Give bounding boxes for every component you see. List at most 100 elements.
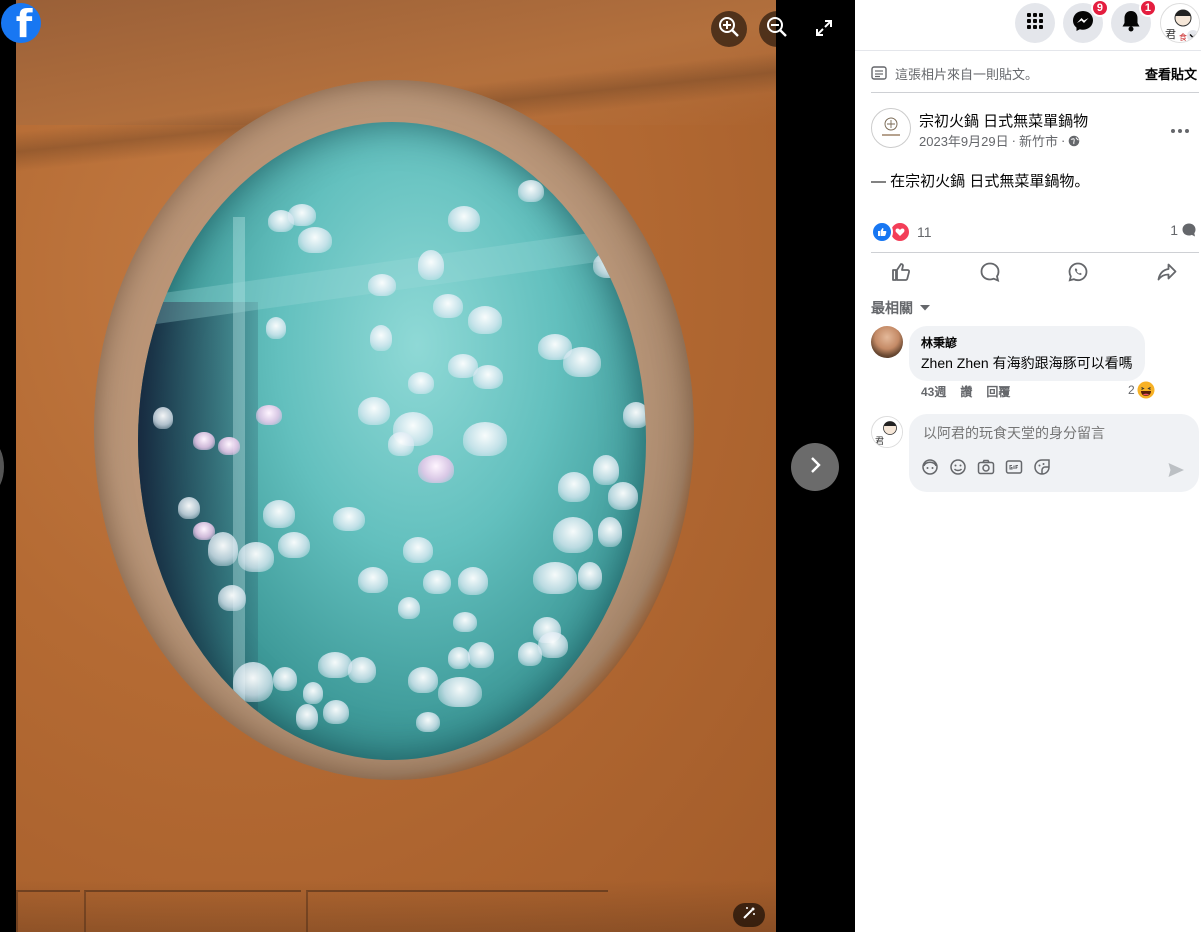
composer-tools [921,458,1051,481]
profile-avatar-button[interactable]: 君 食 [1160,3,1200,43]
jellyfish [468,306,502,334]
comment-reactions[interactable]: 2 [1128,381,1155,399]
comment-count-value: 1 [1170,222,1178,238]
jellyfish [418,455,454,483]
post-side-panel: 9 1 君 食 這張相片來自一則貼文。 查看貼文 宗初火鍋 日式無菜單鍋物 20… [855,0,1201,932]
comment-composer [909,414,1199,492]
send-comment-button[interactable] [1167,461,1185,484]
jellyfish [628,267,646,289]
chevron-down-icon [1187,30,1199,42]
meta-separator: · [1011,133,1016,148]
avatar-sticker-icon [921,458,939,481]
jellyfish [458,567,488,595]
post-meta: 2023年9月29日 · 新竹市 · [919,131,1080,150]
comment-bubble: 林秉諺 Zhen Zhen 有海豹跟海豚可以看嗎 [909,326,1145,381]
messenger-badge: 9 [1090,0,1109,17]
jellyfish [423,570,451,594]
previous-photo-button[interactable] [0,443,4,491]
magic-edit-button[interactable] [733,903,765,927]
jellyfish [193,432,215,450]
whatsapp-share-button[interactable] [1048,258,1108,290]
fullscreen-icon [816,19,832,41]
notifications-button[interactable]: 1 [1111,0,1157,43]
comment-text: Zhen Zhen 有海豹跟海豚可以看嗎 [921,355,1133,371]
like-reaction-icon [871,221,893,243]
fullscreen-button[interactable] [812,18,836,42]
avatar-sticker-button[interactable] [921,458,939,481]
jellyfish [323,700,349,724]
jellyfish [348,657,376,683]
jellyfish [598,517,622,547]
comment-time[interactable]: 43週 [921,383,946,400]
zoom-in-button[interactable] [711,11,747,47]
comment-like-link[interactable]: 讚 [960,383,972,400]
jellyfish [553,517,593,553]
messenger-button[interactable]: 9 [1063,0,1109,43]
send-icon [1167,463,1185,483]
jellyfish [473,365,503,389]
floor-panel [16,890,80,932]
smiley-icon [949,458,967,481]
comment-bubble-icon [1181,222,1197,238]
jellyfish [433,294,463,318]
comment-reply-link[interactable]: 回覆 [986,383,1010,400]
post-notice-icon [871,66,887,80]
jellyfish [178,497,200,519]
gif-button[interactable] [1005,459,1023,478]
facebook-logo[interactable]: f [1,3,41,43]
comment-meta: 43週 讚 回覆 [921,383,1010,400]
photo[interactable] [16,0,776,932]
post-body: — 在宗初火鍋 日式無菜單鍋物。 [871,173,1090,190]
photo-attach-button[interactable] [977,458,995,481]
globe-icon [1068,135,1080,147]
comment-author[interactable]: 林秉諺 [921,334,1133,351]
page-name[interactable]: 宗初火鍋 日式無菜單鍋物 [919,110,1088,131]
jellyfish [303,682,323,704]
sticker-button[interactable] [1033,458,1051,478]
reaction-count: 11 [917,224,932,240]
camera-icon [977,458,995,481]
post-date[interactable]: 2023年9月29日 [919,131,1009,150]
post-notice-text: 這張相片來自一則貼文。 [895,66,1039,82]
zoom-out-button[interactable] [759,11,795,47]
photo-viewer: f [0,0,855,932]
jellyfish [453,612,477,632]
view-post-link[interactable]: 查看貼文 [1145,64,1197,83]
jellyfish [268,210,294,232]
jellyfish [218,585,246,611]
svg-text:君: 君 [875,436,884,447]
bell-icon [1121,10,1141,37]
floor-panel [84,890,301,932]
jellyfish [273,667,297,691]
commenter-avatar[interactable] [871,326,903,358]
next-photo-button[interactable] [791,443,839,491]
reaction-summary[interactable]: 11 [871,221,932,243]
comment-button[interactable] [960,258,1020,290]
jellyfish [298,227,332,253]
like-button[interactable] [871,258,931,290]
jellyfish [238,542,274,572]
post-actions [871,258,1197,290]
menu-button[interactable] [1015,3,1055,43]
jellyfish [408,667,438,693]
haha-reaction-icon [1137,381,1155,399]
jellyfish [218,437,240,455]
jellyfish [368,274,396,296]
current-user-avatar[interactable]: 君 [871,416,903,448]
jellyfish [296,704,318,730]
page-avatar[interactable] [871,108,911,148]
page-logo-icon [882,117,900,136]
jellyfish [438,677,482,707]
magic-wand-icon [741,905,757,926]
post-location[interactable]: 新竹市 [1019,131,1058,150]
comment-input[interactable] [921,424,1185,442]
comment-count[interactable]: 1 [1170,222,1197,238]
comment-sort-dropdown[interactable]: 最相關 [871,298,931,318]
jellyfish [533,562,577,594]
jellyfish [278,532,310,558]
grid-menu-icon [1025,11,1045,36]
emoji-button[interactable] [949,458,967,481]
more-options-button[interactable] [1165,115,1195,139]
share-button[interactable] [1137,258,1197,290]
jellyfish [593,252,627,278]
